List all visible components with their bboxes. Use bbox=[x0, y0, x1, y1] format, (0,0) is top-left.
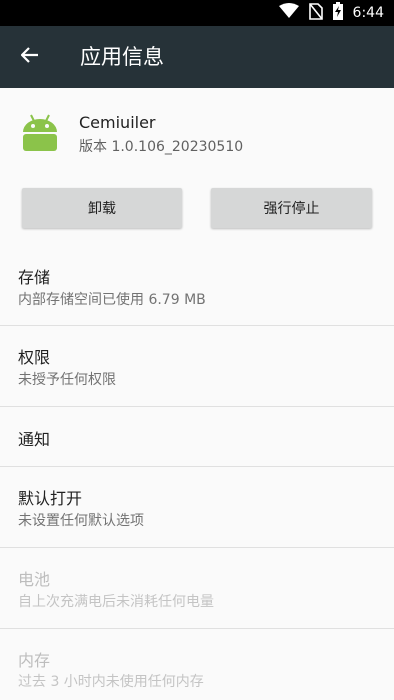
android-robot-icon bbox=[20, 112, 60, 152]
open-by-default-item[interactable]: 默认打开 未设置任何默认选项 bbox=[0, 467, 394, 547]
item-title: 权限 bbox=[18, 348, 51, 367]
status-icons: 6:44 bbox=[278, 0, 384, 26]
item-subtitle: 未授予任何权限 bbox=[18, 372, 116, 388]
status-bar: 6:44 bbox=[0, 0, 394, 26]
page-title: 应用信息 bbox=[80, 45, 164, 69]
notifications-item[interactable]: 通知 bbox=[0, 407, 394, 466]
app-header bbox=[0, 88, 394, 178]
permissions-item[interactable]: 权限 未授予任何权限 bbox=[0, 326, 394, 406]
uninstall-button[interactable]: 卸载 bbox=[22, 188, 182, 228]
item-title: 存储 bbox=[18, 268, 51, 287]
battery-item: 电池 自上次充满电后未消耗任何电量 bbox=[0, 548, 394, 628]
no-sim-icon bbox=[308, 2, 323, 24]
item-title: 通知 bbox=[18, 430, 51, 449]
force-stop-button[interactable]: 强行停止 bbox=[211, 188, 372, 228]
item-title: 内存 bbox=[18, 651, 51, 670]
battery-charging-icon bbox=[332, 2, 343, 24]
arrow-back-icon bbox=[20, 47, 39, 67]
wifi-icon bbox=[278, 3, 299, 23]
app-bar: 应用信息 bbox=[0, 26, 394, 88]
back-button[interactable] bbox=[14, 41, 46, 73]
storage-item[interactable]: 存储 内部存储空间已使用 6.79 MB bbox=[0, 245, 394, 325]
status-time: 6:44 bbox=[352, 5, 384, 21]
app-name: Cemiuiler bbox=[79, 113, 156, 132]
item-title: 默认打开 bbox=[18, 489, 83, 508]
memory-item: 内存 过去 3 小时内未使用任何内存 bbox=[0, 629, 394, 700]
item-subtitle: 未设置任何默认选项 bbox=[18, 513, 144, 529]
item-subtitle: 过去 3 小时内未使用任何内存 bbox=[18, 674, 204, 690]
item-subtitle: 内部存储空间已使用 6.79 MB bbox=[18, 292, 206, 308]
item-subtitle: 自上次充满电后未消耗任何电量 bbox=[18, 594, 214, 610]
item-title: 电池 bbox=[18, 570, 51, 589]
app-version: 版本 1.0.106_20230510 bbox=[79, 139, 244, 155]
